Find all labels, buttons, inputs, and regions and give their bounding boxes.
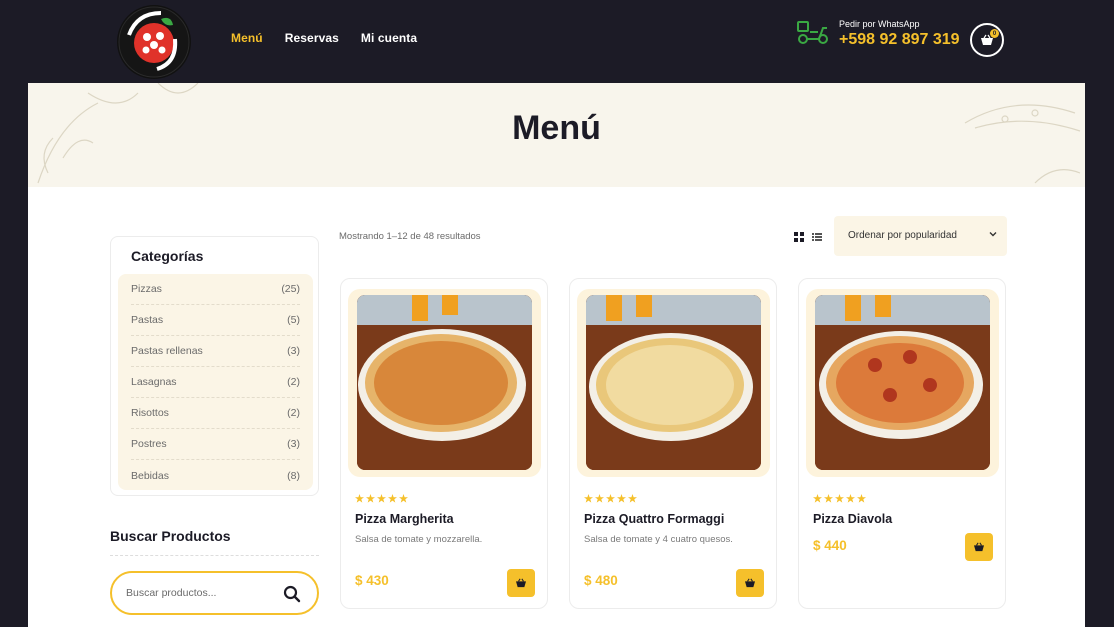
product-price: $ 440 [813, 538, 847, 553]
product-card[interactable]: Pizza Margherita Salsa de tomate y mozza… [340, 278, 548, 609]
category-postres[interactable]: Postres (3) [131, 429, 300, 460]
product-description: Salsa de tomate y 4 cuatro quesos. [584, 534, 733, 545]
category-bebidas[interactable]: Bebidas (8) [131, 460, 300, 491]
star-icon [584, 494, 637, 503]
category-list: Pizzas (25) Pastas (5) Pastas rellenas (3) … [118, 274, 313, 490]
star-icon [355, 494, 408, 503]
divider [110, 555, 319, 556]
category-pizzas[interactable]: Pizzas (25) [131, 274, 300, 305]
nav-menu[interactable]: Menú [231, 31, 263, 45]
main-nav: Menú Reservas Mi cuenta [231, 31, 417, 45]
product-image[interactable] [586, 295, 761, 470]
category-risottos[interactable]: Risottos (2) [131, 398, 300, 429]
cart-count-badge: 0 [990, 29, 999, 38]
basket-icon [516, 578, 526, 588]
product-card[interactable]: Pizza Quattro Formaggi Salsa de tomate y… [569, 278, 777, 609]
list-view-icon[interactable] [812, 232, 822, 242]
product-title[interactable]: Pizza Diavola [813, 512, 892, 526]
page-title: Menú [512, 109, 601, 147]
chevron-down-icon [989, 232, 997, 237]
star-icon [813, 494, 866, 503]
page-hero: Menú [28, 83, 1085, 187]
whatsapp-label: Pedir por WhatsApp [839, 19, 920, 29]
whatsapp-phone[interactable]: +598 92 897 319 [839, 31, 960, 49]
product-price: $ 430 [355, 573, 389, 588]
rating-stars [355, 494, 409, 503]
sort-select[interactable]: Ordenar por popularidad [834, 216, 1007, 256]
page-content: Menú Categorías Pizzas (25) Pastas (5) Pas… [28, 83, 1085, 627]
search-title: Buscar Productos [110, 528, 231, 544]
product-image[interactable] [815, 295, 990, 470]
basket-icon [974, 542, 984, 552]
product-description: Salsa de tomate y mozzarella. [355, 534, 483, 545]
cart-button[interactable]: 0 [970, 23, 1004, 57]
scooter-icon[interactable] [796, 18, 830, 51]
nav-mi-cuenta[interactable]: Mi cuenta [361, 31, 417, 45]
categories-widget: Categorías Pizzas (25) Pastas (5) Pastas r… [110, 236, 319, 496]
product-price: $ 480 [584, 573, 618, 588]
category-pastas[interactable]: Pastas (5) [131, 305, 300, 336]
results-count: Mostrando 1–12 de 48 resultados [339, 231, 481, 242]
product-image[interactable] [357, 295, 532, 470]
basket-icon [745, 578, 755, 588]
category-pastas-rellenas[interactable]: Pastas rellenas (3) [131, 336, 300, 367]
brand-logo[interactable] [117, 5, 191, 79]
search-icon[interactable] [283, 585, 301, 603]
nav-reservas[interactable]: Reservas [285, 31, 339, 45]
logo-emblem [118, 6, 190, 78]
categories-title: Categorías [131, 248, 204, 264]
grid-view-icon[interactable] [794, 232, 804, 242]
add-to-cart-button[interactable] [507, 569, 535, 597]
add-to-cart-button[interactable] [965, 533, 993, 561]
product-title[interactable]: Pizza Margherita [355, 512, 454, 526]
category-lasagnas[interactable]: Lasagnas (2) [131, 367, 300, 398]
product-card[interactable]: Pizza Diavola $ 440 [798, 278, 1006, 609]
search-input[interactable] [126, 584, 276, 602]
rating-stars [584, 494, 638, 503]
site-header: Menú Reservas Mi cuenta Pedir por WhatsA… [0, 0, 1114, 83]
rating-stars [813, 494, 867, 503]
sort-label: Ordenar por popularidad [848, 230, 957, 241]
search-box [110, 571, 319, 615]
add-to-cart-button[interactable] [736, 569, 764, 597]
product-title[interactable]: Pizza Quattro Formaggi [584, 512, 724, 526]
